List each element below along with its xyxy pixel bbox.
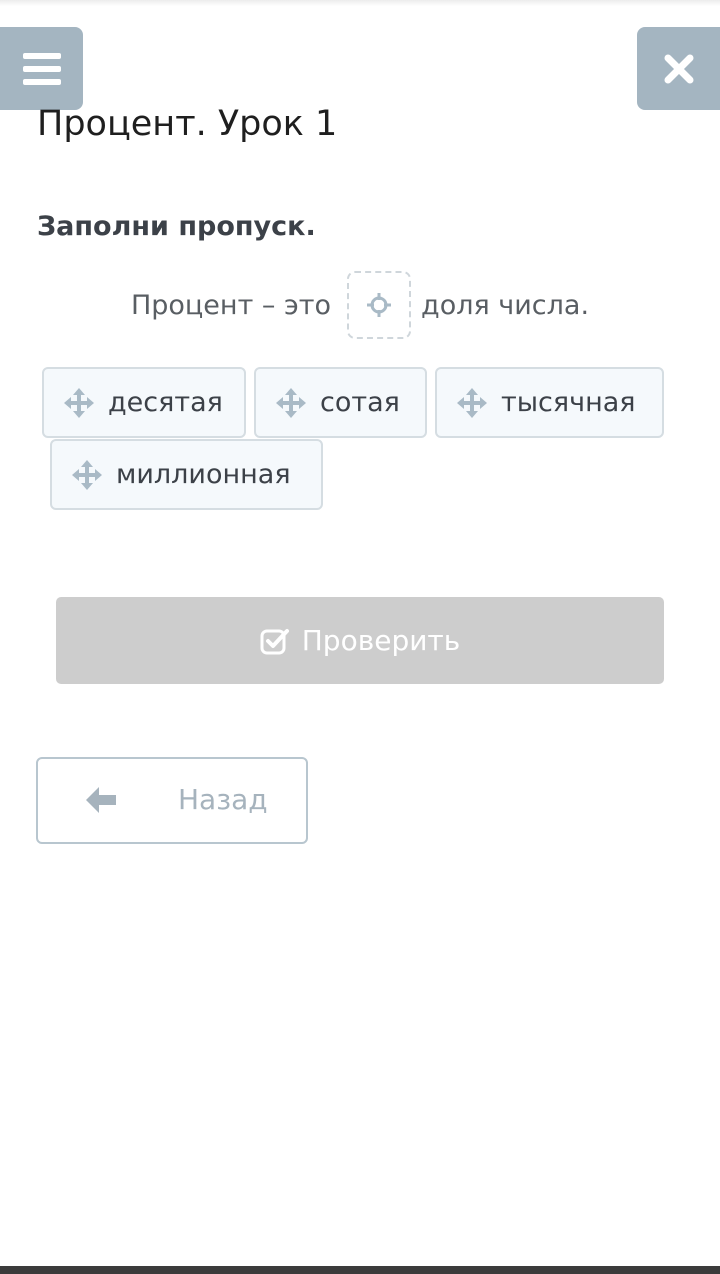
crosshair-target-icon [367,293,392,317]
sentence-before-text: Процент – это [130,289,332,321]
sentence-after-text: доля числа. [421,289,590,321]
move-arrows-icon [457,387,487,418]
arrow-left-icon [86,787,116,813]
option-chip[interactable]: тысячная [435,367,664,438]
option-label: сотая [320,387,400,418]
fill-gap-sentence: Процент – это доля числа. [0,269,720,341]
close-x-icon [664,54,693,83]
check-button-label: Проверить [301,624,461,657]
option-label: тысячная [501,387,636,418]
checkbox-check-icon [260,628,289,654]
move-arrows-icon [276,387,306,418]
move-arrows-icon [64,387,94,418]
move-arrows-icon [72,459,102,490]
top-edge-shadow [0,0,720,6]
option-chip[interactable]: миллионная [50,439,323,510]
close-button[interactable] [637,27,720,110]
menu-button[interactable] [0,27,83,110]
page-title: Процент. Урок 1 [37,104,338,144]
check-answer-button[interactable]: Проверить [56,597,664,684]
option-label: десятая [108,387,223,418]
back-button-label: Назад [178,783,268,816]
bottom-edge-bar [0,1266,720,1274]
option-chip[interactable]: сотая [254,367,427,438]
option-label: миллионная [116,459,291,490]
task-instruction: Заполни пропуск. [37,211,316,242]
hamburger-menu-icon [22,52,61,85]
back-button[interactable]: Назад [36,757,308,844]
option-chip[interactable]: десятая [42,367,246,438]
answer-drop-slot[interactable] [347,271,412,339]
